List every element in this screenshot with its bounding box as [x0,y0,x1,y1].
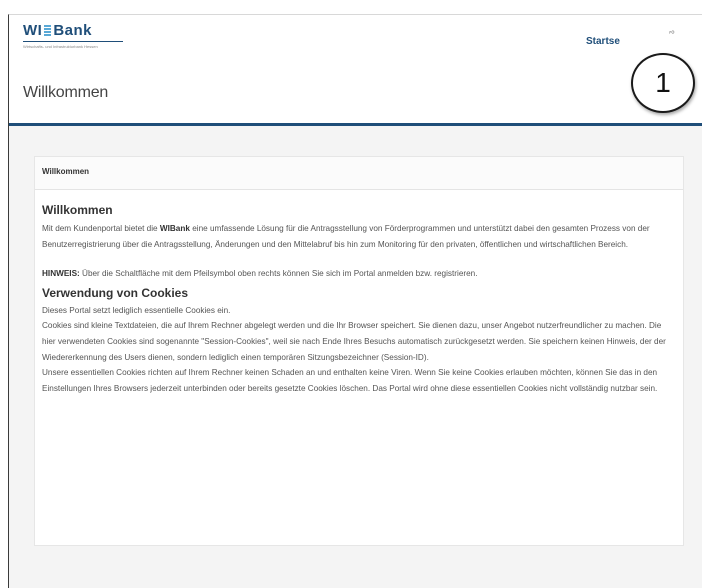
logo-wi-text: WI [23,22,43,39]
browser-viewport: WI Bank Wirtschafts- und Infrastrukturban… [8,14,702,588]
welcome-panel: Willkommen Willkommen Mit dem Kundenport… [34,156,684,546]
cookies-paragraph-2: Cookies sind kleine Textdateien, die auf… [42,321,666,362]
logo-subtitle: Wirtschafts- und Infrastrukturbank Hesse… [23,44,98,49]
logo-bars-icon [44,25,52,36]
welcome-intro: Mit dem Kundenportal bietet die WIBank e… [42,224,650,249]
logo-underline [23,41,123,42]
nav-startseite-link[interactable]: Startse [586,36,620,47]
wibank-logo[interactable]: WI Bank Wirtschafts- und Infrastrukturban… [23,23,133,59]
nav-login-arrow-icon[interactable]: ′° [669,30,675,41]
panel-body: Willkommen Mit dem Kundenportal bietet d… [35,190,683,396]
site-header: WI Bank Wirtschafts- und Infrastrukturban… [9,15,702,126]
cookies-paragraph-3: Unsere essentiellen Cookies richten auf … [42,368,658,393]
callout-number: 1 [655,67,671,98]
page-title: Willkommen [23,84,109,101]
login-hint: HINWEIS: Über die Schaltfläche mit dem P… [42,269,478,279]
hint-label: HINWEIS: [42,269,80,279]
panel-header: Willkommen [35,157,683,190]
logo-bank-text: Bank [53,22,93,39]
annotation-callout: 1 [631,53,695,113]
brand-name: WIBank [159,224,190,233]
cookies-heading: Verwendung von Cookies [42,285,189,300]
welcome-heading: Willkommen [42,203,113,217]
cookies-paragraph-1: Dieses Portal setzt lediglich essentiell… [42,305,231,315]
